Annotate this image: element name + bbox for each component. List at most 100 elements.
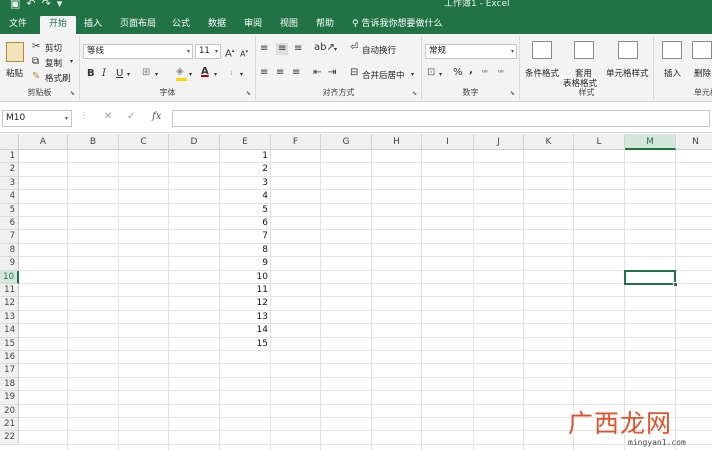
cell-e11[interactable]: 11 (220, 284, 268, 297)
chevron-down-icon[interactable]: ▾ (214, 69, 217, 81)
italic-button[interactable]: I (102, 68, 106, 80)
cut-button[interactable]: 剪切 (45, 42, 62, 54)
cell-e15[interactable]: 15 (220, 338, 268, 351)
row-header-18[interactable]: 18 (0, 377, 19, 392)
dialog-launcher-icon[interactable]: ⬊ (412, 90, 417, 97)
row-header-16[interactable]: 16 (0, 351, 19, 365)
bold-button[interactable]: B (87, 68, 95, 80)
row-header-15[interactable]: 15 (0, 337, 19, 351)
save-icon[interactable]: ▣ (10, 0, 26, 10)
cell-e3[interactable]: 3 (220, 177, 268, 190)
chevron-down-icon[interactable]: ▾ (411, 69, 414, 81)
row-header-19[interactable]: 19 (0, 391, 19, 405)
tab-page-layout[interactable]: 页面布局 (116, 16, 160, 34)
tab-file[interactable]: 文件 (3, 16, 33, 34)
tab-insert[interactable]: 插入 (80, 16, 106, 34)
fill-handle[interactable] (673, 281, 678, 287)
decrease-decimal-icon[interactable]: ⁰⁰ (498, 67, 504, 79)
wrap-text-button[interactable]: 自动换行 (362, 44, 396, 56)
row-header-7[interactable]: 7 (0, 230, 19, 244)
chevron-down-icon[interactable]: ▾ (70, 56, 73, 68)
paste-button[interactable]: 粘贴 (6, 67, 23, 79)
dialog-launcher-icon[interactable]: ⬊ (70, 90, 75, 97)
tell-me-box[interactable]: ⚲ 告诉我你想要做什么 (352, 16, 442, 34)
increase-indent-icon[interactable]: ⇥ (328, 67, 336, 79)
tab-data[interactable]: 数据 (204, 16, 230, 34)
row-header-21[interactable]: 21 (0, 418, 19, 432)
align-right-icon[interactable]: ≡ (292, 67, 300, 79)
cell-e14[interactable]: 14 (220, 324, 268, 337)
insert-cells-button[interactable]: 插入 (664, 67, 681, 79)
column-header-k[interactable]: K (524, 134, 574, 150)
chevron-down-icon[interactable]: ▾ (189, 69, 192, 81)
column-header-c[interactable]: C (119, 134, 169, 150)
copy-button[interactable]: 复制 (45, 57, 62, 69)
align-center-icon[interactable]: ≡ (276, 67, 284, 79)
increase-decimal-icon[interactable]: ⁰⁰ (482, 67, 488, 79)
tab-help[interactable]: 帮助 (312, 16, 338, 34)
decrease-indent-icon[interactable]: ⇤ (313, 67, 321, 79)
format-painter-button[interactable]: 格式刷 (45, 72, 71, 84)
align-top-icon[interactable]: ≡ (260, 43, 268, 55)
percent-button[interactable]: % (453, 67, 463, 79)
row-header-12[interactable]: 12 (0, 297, 19, 311)
name-box[interactable]: M10 ▾ (2, 110, 72, 127)
customize-icon[interactable]: ▾ (57, 0, 69, 10)
row-header-2[interactable]: 2 (0, 163, 19, 177)
row-header-20[interactable]: 20 (0, 404, 19, 418)
column-header-g[interactable]: G (321, 134, 372, 150)
font-name-select[interactable]: 等线 ▾ (83, 44, 193, 59)
accounting-format-icon[interactable]: ⊡ (427, 67, 435, 79)
align-left-icon[interactable]: ≡ (260, 67, 268, 79)
worksheet-grid[interactable]: A B C D E F G H I J K L M N 1 2 3 4 5 6 7 8 9 10 11 12 13 14 15 16 17 1… (0, 134, 712, 450)
cell-e12[interactable]: 12 (220, 297, 268, 310)
tab-formulas[interactable]: 公式 (168, 16, 194, 34)
column-header-n[interactable]: N (676, 134, 712, 150)
row-header-4[interactable]: 4 (0, 190, 19, 204)
column-header-a[interactable]: A (19, 134, 68, 150)
row-header-3[interactable]: 3 (0, 176, 19, 191)
row-header-17[interactable]: 17 (0, 364, 19, 378)
cell-e9[interactable]: 9 (220, 257, 268, 270)
chevron-down-icon[interactable]: ▾ (127, 69, 130, 81)
row-header-5[interactable]: 5 (0, 203, 19, 217)
active-cell-selection[interactable] (624, 269, 678, 287)
row-header-22[interactable]: 22 (0, 431, 19, 445)
insert-function-icon[interactable]: fx (152, 111, 161, 122)
cancel-entry-icon[interactable]: ✕ (104, 111, 112, 122)
column-header-h[interactable]: H (372, 134, 422, 150)
row-header-1[interactable]: 1 (0, 150, 19, 164)
cell-e1[interactable]: 1 (220, 150, 268, 163)
dialog-launcher-icon[interactable]: ⬊ (246, 90, 251, 97)
cell-e7[interactable]: 7 (220, 230, 268, 243)
dialog-launcher-icon[interactable]: ⬊ (510, 90, 515, 97)
tab-home[interactable]: 开始 (40, 16, 76, 34)
chevron-down-icon[interactable]: ▾ (439, 69, 442, 81)
column-header-e[interactable]: E (220, 134, 271, 150)
align-bottom-icon[interactable]: ≡ (294, 43, 302, 55)
tab-view[interactable]: 视图 (276, 16, 302, 34)
row-header-8[interactable]: 8 (0, 243, 19, 258)
decrease-font-icon[interactable]: A▾ (240, 46, 248, 61)
row-header-6[interactable]: 6 (0, 217, 19, 231)
column-header-m[interactable]: M (625, 134, 676, 150)
chevron-down-icon[interactable]: ▾ (240, 69, 243, 81)
font-color-icon[interactable]: A (201, 66, 209, 78)
underline-button[interactable]: U (116, 68, 123, 80)
cell-e8[interactable]: 8 (220, 244, 268, 257)
chevron-down-icon[interactable]: ▾ (334, 44, 337, 56)
column-header-i[interactable]: I (422, 134, 474, 150)
border-icon[interactable]: ⊞ (142, 67, 150, 79)
tab-review[interactable]: 审阅 (240, 16, 266, 34)
paste-icon[interactable] (6, 42, 24, 62)
row-header-14[interactable]: 14 (0, 324, 19, 338)
fill-color-icon[interactable]: ◈ (176, 66, 184, 78)
comma-button[interactable]: , (469, 65, 473, 77)
row-header-11[interactable]: 11 (0, 284, 19, 298)
confirm-entry-icon[interactable]: ✓ (127, 111, 135, 122)
chevron-down-icon[interactable]: ▾ (155, 69, 158, 81)
cell-e13[interactable]: 13 (220, 311, 268, 324)
undo-icon[interactable]: ↶ (26, 0, 41, 10)
cell-e6[interactable]: 6 (220, 217, 268, 230)
column-header-b[interactable]: B (68, 134, 119, 150)
